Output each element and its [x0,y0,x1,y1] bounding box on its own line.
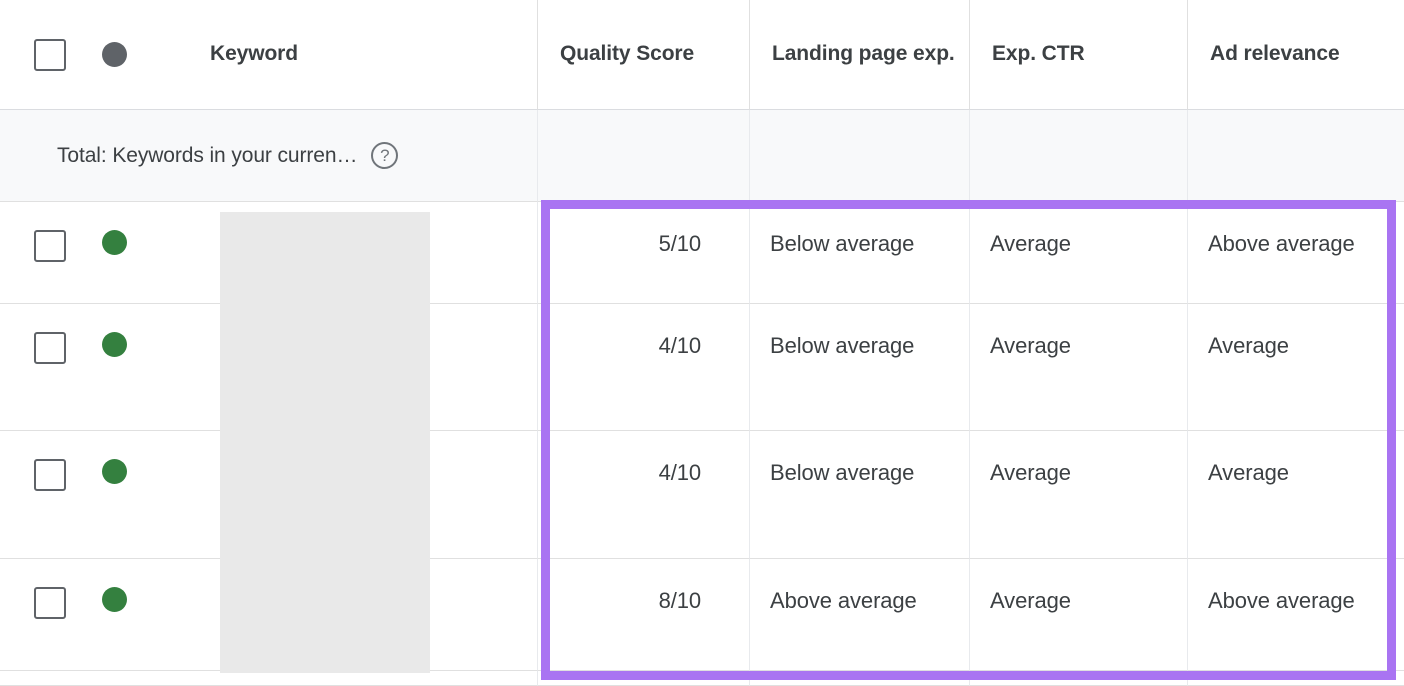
keywords-quality-score-table-screenshot: Keyword Quality Score Landing page exp. … [0,0,1404,686]
row-cell-exp-ctr: Average [970,202,1188,304]
quality-score-value: 5/10 [658,231,702,256]
header-cell-exp-ctr[interactable]: Exp. CTR [970,0,1188,110]
row-cell-quality-score [538,671,750,686]
row-status-dot-wrap [100,587,196,612]
row-cell-exp-ctr: Average [970,431,1188,559]
row-select-checkbox[interactable] [34,459,66,491]
ad-relevance-value: Above average [1208,231,1355,256]
row-checkbox-wrap[interactable] [0,230,100,262]
table-header-row: Keyword Quality Score Landing page exp. … [0,0,1404,110]
row-cell-landing-page-exp: Below average [750,202,970,304]
table-row-partial[interactable] [0,671,1404,686]
header-label-quality-score: Quality Score [560,42,695,66]
row-cell-quality-score: 4/10 [538,431,750,559]
total-cell-ad-relevance [1188,110,1404,202]
row-status-dot-wrap [100,332,196,357]
row-cell-exp-ctr: Average [970,304,1188,431]
table-row[interactable]: 4/10 Below average Average Average [0,304,1404,431]
row-cell-landing-page-exp: Above average [750,559,970,671]
ad-relevance-value: Average [1208,333,1289,358]
row-cell-landing-page-exp: Below average [750,304,970,431]
table-row[interactable]: 4/10 Below average Average Average [0,431,1404,559]
row-select-checkbox[interactable] [34,332,66,364]
row-checkbox-wrap[interactable] [0,459,100,491]
row-cell-ad-relevance [1188,671,1404,686]
row-cell-ad-relevance: Above average [1188,202,1404,304]
header-cell-quality-score[interactable]: Quality Score [538,0,750,110]
landing-page-exp-value: Above average [770,588,917,613]
exp-ctr-value: Average [990,231,1071,256]
ad-relevance-value: Average [1208,460,1289,485]
row-cell-exp-ctr [970,671,1188,686]
header-cell-keyword[interactable]: Keyword [0,0,538,110]
status-dot-icon [102,332,127,357]
row-cell-landing-page-exp [750,671,970,686]
row-checkbox-wrap[interactable] [0,587,100,619]
header-cell-ad-relevance[interactable]: Ad relevance [1188,0,1404,110]
table-total-row: Total: Keywords in your curren… ? [0,110,1404,202]
row-checkbox-wrap[interactable] [0,332,100,364]
keyword-redaction-block [220,212,430,673]
row-cell-ad-relevance: Average [1188,431,1404,559]
row-cell-quality-score: 5/10 [538,202,750,304]
header-label-keyword: Keyword [210,42,298,66]
total-cell-quality-score [538,110,750,202]
row-cell-ad-relevance: Above average [1188,559,1404,671]
total-cell-exp-ctr [970,110,1188,202]
landing-page-exp-value: Below average [770,231,915,256]
total-cell-landing-page-exp [750,110,970,202]
row-cell-keyword [0,671,538,686]
quality-score-value: 4/10 [658,460,702,485]
exp-ctr-value: Average [990,333,1071,358]
table-row[interactable]: 5/10 Below average Average Above average [0,202,1404,304]
status-dot-icon [102,587,127,612]
header-label-landing-page-exp: Landing page exp. [772,42,955,66]
help-circle-icon[interactable]: ? [371,142,399,169]
exp-ctr-value: Average [990,460,1071,485]
row-select-checkbox[interactable] [34,230,66,262]
quality-score-value: 4/10 [658,333,702,358]
header-label-ad-relevance: Ad relevance [1210,42,1340,66]
header-label-exp-ctr: Exp. CTR [992,42,1085,66]
status-dot-icon [102,42,127,67]
select-all-checkbox[interactable] [34,38,66,71]
header-status-dot-wrap [100,42,196,67]
row-cell-landing-page-exp: Below average [750,431,970,559]
exp-ctr-value: Average [990,588,1071,613]
row-cell-ad-relevance: Average [1188,304,1404,431]
select-all-checkbox-wrap[interactable] [0,38,100,71]
landing-page-exp-value: Below average [770,460,915,485]
row-select-checkbox[interactable] [34,587,66,619]
status-dot-icon [102,459,127,484]
row-cell-quality-score: 4/10 [538,304,750,431]
ad-relevance-value: Above average [1208,588,1355,613]
status-dot-icon [102,230,127,255]
row-status-dot-wrap [100,459,196,484]
landing-page-exp-value: Below average [770,333,915,358]
row-status-dot-wrap [100,230,196,255]
header-cell-landing-page-exp[interactable]: Landing page exp. [750,0,970,110]
total-row-label: Total: Keywords in your curren… [57,143,358,167]
row-cell-exp-ctr: Average [970,559,1188,671]
quality-score-value: 8/10 [658,588,702,613]
row-cell-quality-score: 8/10 [538,559,750,671]
total-cell-keyword: Total: Keywords in your curren… ? [0,110,538,202]
table-row[interactable]: 8/10 Above average Average Above average [0,559,1404,671]
